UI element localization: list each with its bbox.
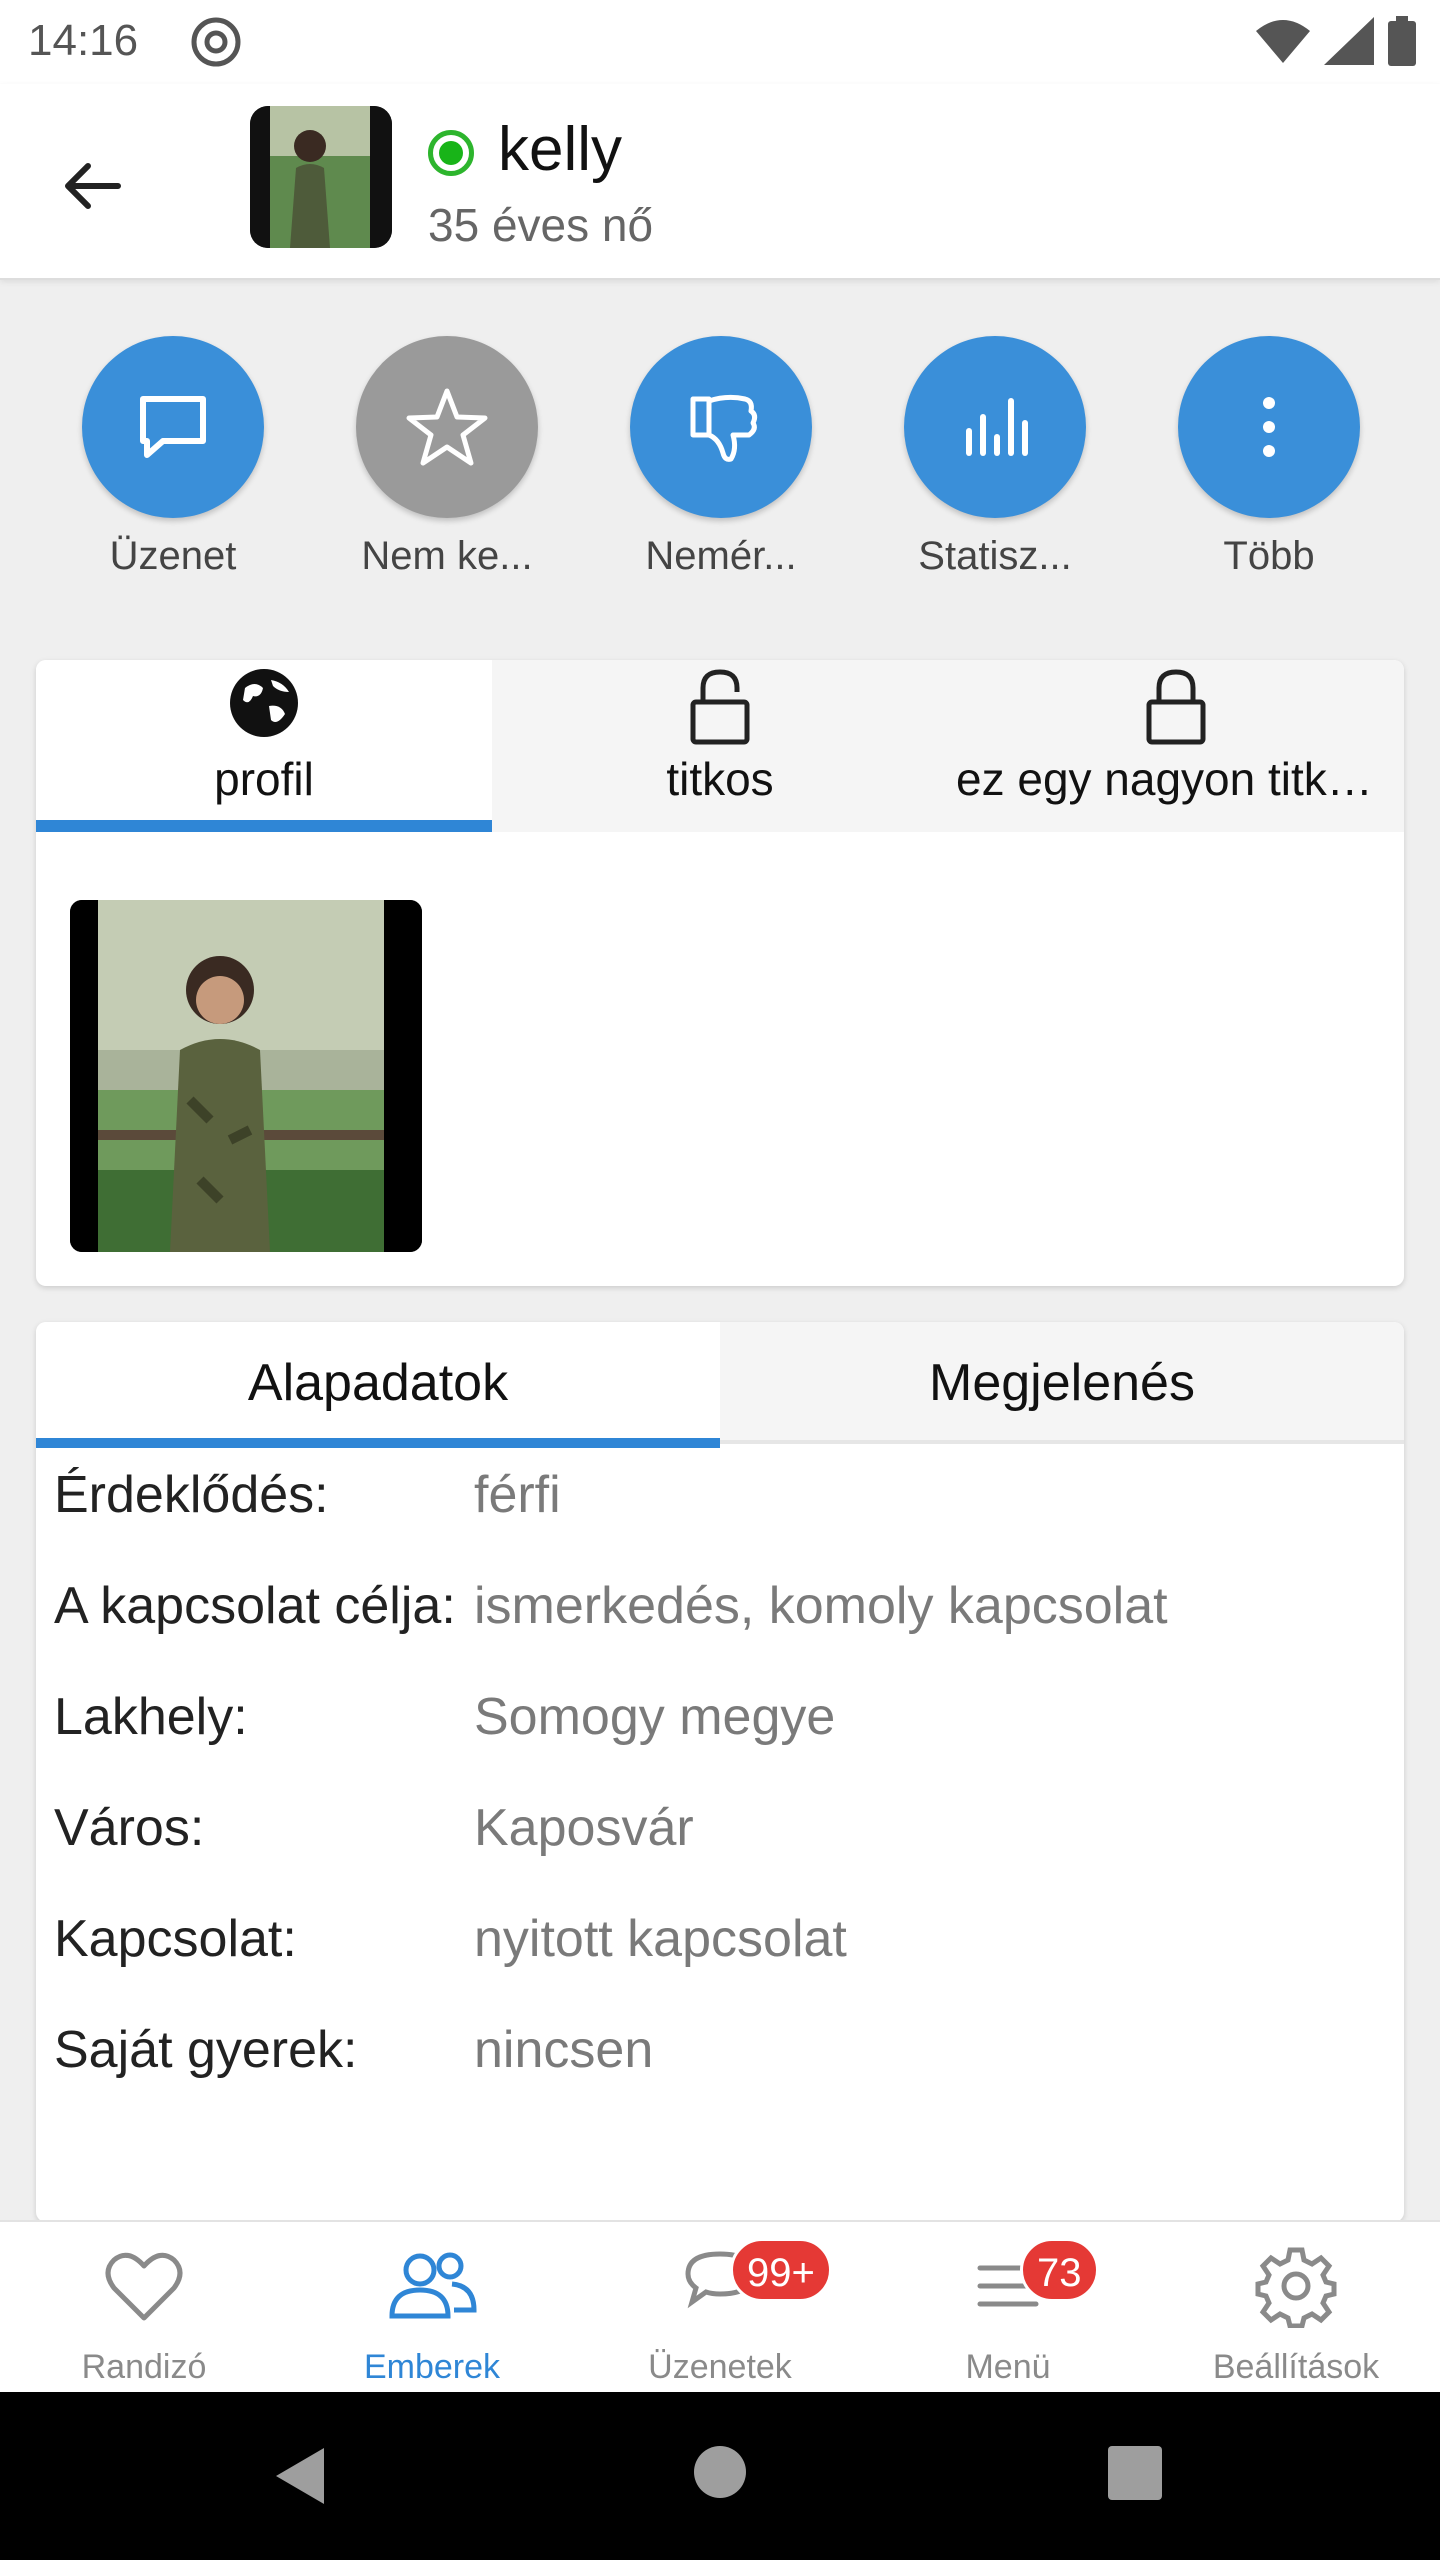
profile-subtitle: 35 éves nő [428, 199, 654, 251]
people-icon [389, 2252, 477, 2319]
info-tabs: Alapadatok Megjelenés [36, 1322, 1404, 1448]
nav-item-emberek[interactable]: Emberek [288, 2222, 576, 2394]
detail-row: A kapcsolat célja: ismerkedés, komoly ka… [54, 1573, 1384, 1639]
detail-key: A kapcsolat célja: [54, 1577, 456, 1635]
nav-label: Emberek [363, 2348, 501, 2386]
profile-info-card: Alapadatok Megjelenés Érdeklődés: férfi … [36, 1322, 1404, 2222]
detail-value: nincsen [474, 2021, 654, 2079]
more-action[interactable]: Több [1154, 336, 1384, 579]
nav-item-beallitasok[interactable]: Beállítások [1152, 2222, 1440, 2394]
chat-bubble-icon [140, 396, 206, 458]
online-status-indicator [428, 130, 474, 176]
tab-label: ez egy nagyon titkos... [956, 753, 1404, 805]
star-outline-icon [406, 388, 488, 466]
battery-icon [1388, 16, 1416, 66]
detail-key: Kapcsolat: [54, 1910, 297, 1968]
detail-key: Saját gyerek: [54, 2021, 358, 2079]
messages-badge: 99+ [730, 2238, 832, 2302]
wifi-icon [1256, 20, 1310, 63]
dislike-action[interactable]: Nemér... [606, 336, 836, 579]
favorite-action[interactable]: Nem ke... [332, 336, 562, 579]
status-bar: 14:16 [0, 0, 1440, 84]
photo-album-card: profil titkos ez egy nagyon titkos... [36, 660, 1404, 1286]
tab-label: profil [214, 753, 314, 805]
tab-titkos[interactable]: titkos [492, 660, 948, 832]
tab-nagyon-titkos[interactable]: ez egy nagyon titkos... [948, 660, 1404, 832]
profile-photo[interactable] [70, 900, 422, 1252]
tab-megjelenes[interactable]: Megjelenés [720, 1322, 1404, 1444]
detail-key: Érdeklődés: [54, 1466, 329, 1524]
detail-value: ismerkedés, komoly kapcsolat [474, 1577, 1168, 1635]
nav-label: Randizó [81, 2348, 207, 2386]
statistics-button[interactable] [904, 336, 1086, 518]
back-button[interactable] [50, 144, 134, 228]
detail-value: nyitott kapcsolat [474, 1910, 847, 1968]
nav-label: Beállítások [1212, 2348, 1380, 2386]
dislike-button[interactable] [630, 336, 812, 518]
detail-row: Saját gyerek: nincsen [54, 2017, 1384, 2083]
globe-icon [230, 669, 298, 737]
profile-name: kelly [498, 115, 623, 184]
arrow-left-icon [65, 163, 121, 209]
detail-key: Lakhely: [54, 1688, 248, 1746]
unlocked-icon [690, 669, 750, 745]
statistics-action[interactable]: Statisz... [880, 336, 1110, 579]
nav-item-uzenetek[interactable]: 99+ Üzenetek [576, 2222, 864, 2394]
at-sign-icon [191, 17, 241, 67]
bottom-navigation: Randizó Emberek 99+ Üzenetek 73 Menü Beá… [0, 2220, 1440, 2392]
lock-icon [1146, 669, 1206, 745]
tab-profil[interactable]: profil [36, 660, 492, 832]
more-vertical-icon [1263, 397, 1275, 457]
app-bar: kelly 35 éves nő [0, 84, 1440, 280]
home-circle-icon[interactable] [692, 2444, 748, 2500]
details-list: Érdeklődés: férfi A kapcsolat célja: ism… [54, 1462, 1384, 2128]
detail-row: Kapcsolat: nyitott kapcsolat [54, 1906, 1384, 1972]
detail-row: Város: Kaposvár [54, 1795, 1384, 1861]
signal-icon [1324, 17, 1374, 65]
detail-value: Kaposvár [474, 1799, 694, 1857]
detail-key: Város: [54, 1799, 205, 1857]
recents-square-icon[interactable] [1108, 2446, 1162, 2500]
bar-chart-icon [966, 398, 1028, 456]
detail-row: Érdeklődés: férfi [54, 1462, 1384, 1528]
action-label: Több [1223, 534, 1315, 578]
action-label: Statisz... [918, 534, 1072, 578]
message-action[interactable]: Üzenet [58, 336, 288, 579]
tab-alapadatok[interactable]: Alapadatok [36, 1322, 720, 1448]
more-button[interactable] [1178, 336, 1360, 518]
action-label: Nem ke... [361, 534, 533, 578]
system-navigation-bar [0, 2392, 1440, 2560]
gear-icon [1255, 2247, 1337, 2328]
action-buttons: Üzenet Nem ke... Nemér... Statisz... Töb… [0, 336, 1440, 596]
album-tabs: profil titkos ez egy nagyon titkos... [36, 660, 1404, 832]
detail-value: Somogy megye [474, 1688, 836, 1746]
status-time: 14:16 [28, 16, 139, 65]
detail-row: Lakhely: Somogy megye [54, 1684, 1384, 1750]
action-label: Nemér... [645, 534, 797, 578]
thumbs-down-icon [690, 394, 758, 462]
nav-label: Üzenetek [648, 2348, 792, 2386]
back-triangle-icon[interactable] [270, 2444, 330, 2508]
detail-value: férfi [474, 1466, 561, 1524]
action-label: Üzenet [109, 534, 237, 578]
nav-label: Menü [965, 2348, 1051, 2386]
nav-item-menu[interactable]: 73 Menü [864, 2222, 1152, 2394]
avatar[interactable] [250, 106, 392, 248]
message-button[interactable] [82, 336, 264, 518]
heart-icon [105, 2252, 183, 2321]
menu-badge: 73 [1020, 2238, 1099, 2302]
favorite-button[interactable] [356, 336, 538, 518]
nav-item-randizo[interactable]: Randizó [0, 2222, 288, 2394]
tab-label: titkos [666, 753, 774, 805]
